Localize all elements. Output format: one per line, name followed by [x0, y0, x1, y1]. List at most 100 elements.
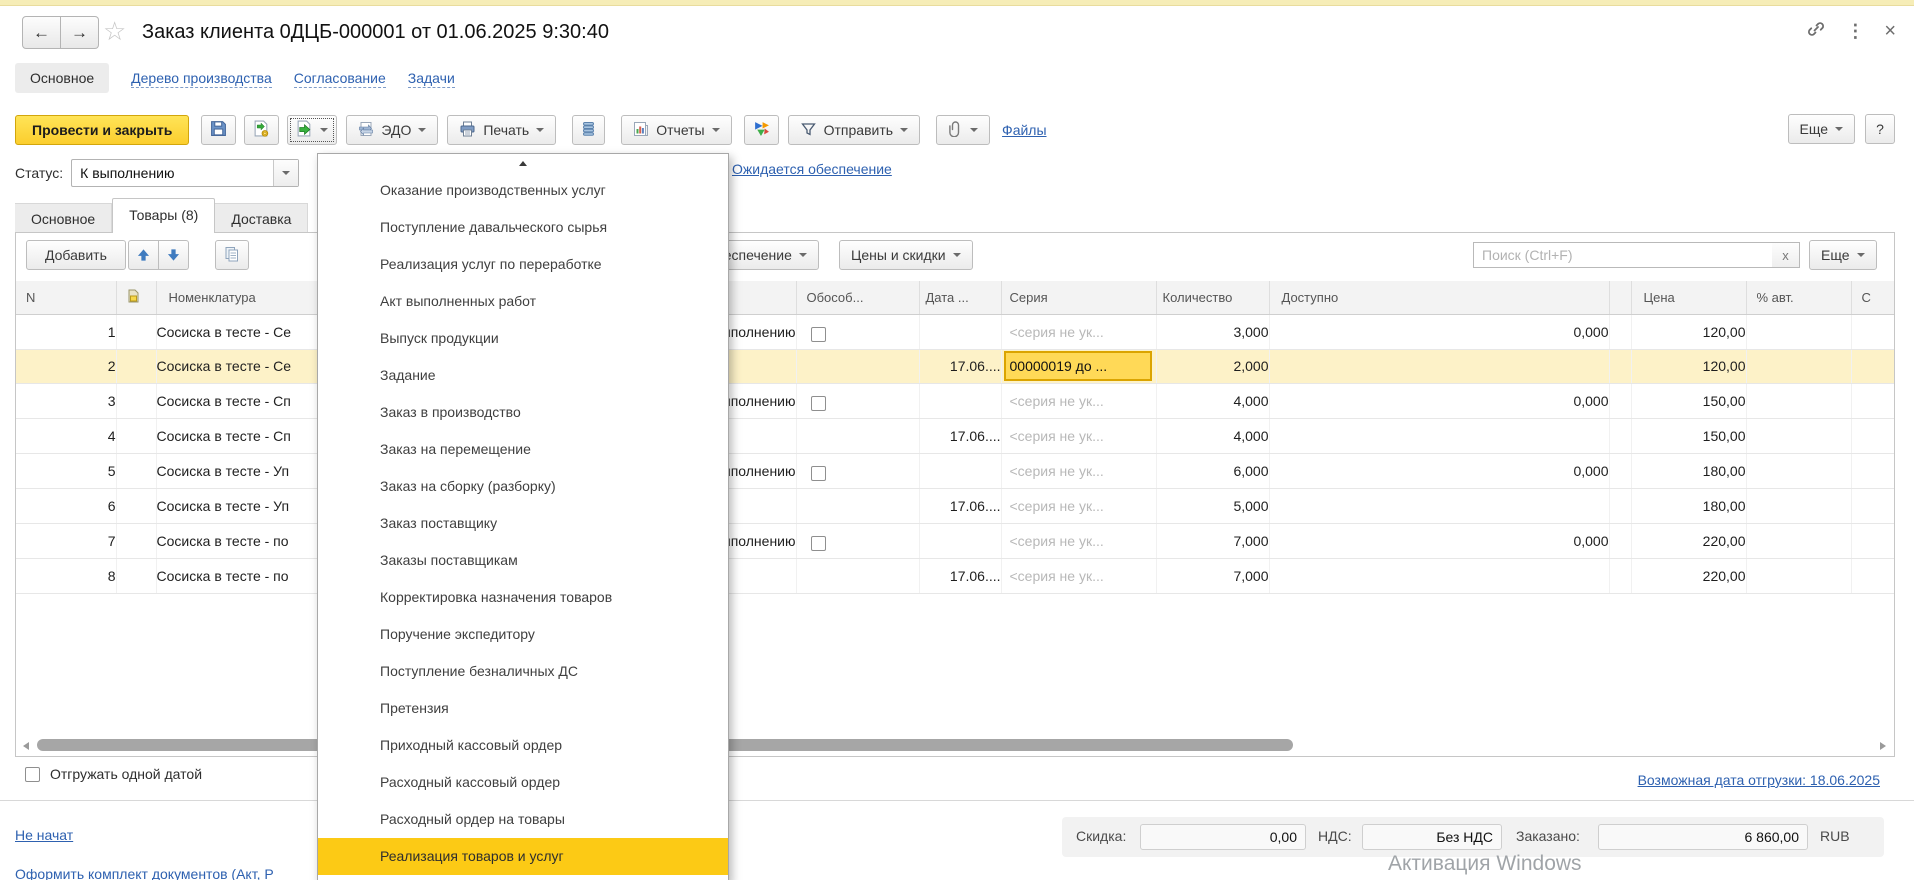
menu-item[interactable]: Заказ поставщику [318, 505, 728, 542]
separate-checkbox[interactable] [811, 396, 826, 411]
menu-item[interactable]: Поступление безналичных ДС [318, 653, 728, 690]
cell-series[interactable]: <серия не ук... [1001, 453, 1156, 488]
link-icon[interactable] [1806, 19, 1826, 44]
menu-item[interactable]: Поступление давальческого сырья [318, 209, 728, 246]
cell-available[interactable]: 0,000 [1269, 383, 1609, 418]
cell-series[interactable]: <серия не ук... [1001, 523, 1156, 558]
cell-series[interactable]: <серия не ук... [1001, 418, 1156, 453]
column-header-date[interactable]: Дата ... [919, 281, 1001, 314]
cell-series[interactable]: <серия не ук... [1001, 558, 1156, 593]
create-based-on-button[interactable] [287, 115, 337, 145]
close-icon[interactable]: × [1884, 20, 1896, 43]
print-button[interactable]: Печать [447, 115, 556, 145]
separate-checkbox[interactable] [811, 536, 826, 551]
send-button[interactable]: Отправить [788, 115, 920, 145]
menu-item[interactable]: Расходный ордер на товары [318, 801, 728, 838]
forward-button[interactable]: → [61, 16, 99, 49]
combo-dropdown-button[interactable] [273, 160, 298, 186]
menu-item[interactable]: Заказ на сборку (разборку) [318, 468, 728, 505]
scroll-left-arrow[interactable] [23, 742, 29, 750]
supply-waiting-link[interactable]: Ожидается обеспечение [732, 161, 892, 177]
post-and-close-button[interactable]: Провести и закрыть [15, 115, 189, 145]
column-header-attachment[interactable] [116, 281, 156, 314]
business-process-button[interactable] [744, 115, 779, 145]
table-row[interactable]: 2 Сосиска в тесте - Се 17.06.... 0000001… [16, 349, 1894, 383]
menu-item[interactable]: Поручение экспедитору [318, 616, 728, 653]
save-button[interactable] [201, 115, 236, 145]
menu-item[interactable]: Заказ в производство [318, 394, 728, 431]
table-row[interactable]: 5 Сосиска в тесте - Уп К выполнению <сер… [16, 453, 1894, 488]
cell-series[interactable]: <серия не ук... [1001, 314, 1156, 349]
help-button[interactable]: ? [1865, 114, 1895, 144]
back-button[interactable]: ← [22, 16, 61, 49]
menu-item[interactable]: Расходный кассовый ордер [318, 764, 728, 801]
search-clear-button[interactable]: x [1772, 242, 1800, 268]
ordered-field[interactable]: 6 860,00 [1598, 824, 1808, 850]
separate-checkbox[interactable] [811, 466, 826, 481]
page-tab[interactable]: Основное [15, 203, 112, 233]
table-row[interactable]: 4 Сосиска в тесте - Сп 17.06.... <серия … [16, 418, 1894, 453]
nav-link[interactable]: Задачи [408, 69, 455, 88]
table-row[interactable]: 1 Сосиска в тесте - Се К выполнению <сер… [16, 314, 1894, 349]
table-row[interactable]: 3 Сосиска в тесте - Сп К выполнению <сер… [16, 383, 1894, 418]
cell-available[interactable] [1269, 418, 1609, 453]
status-combobox[interactable]: К выполнению [71, 159, 299, 187]
ship-single-date-checkbox[interactable] [25, 767, 40, 782]
menu-item[interactable]: Реализация услуг по переработке [318, 246, 728, 283]
menu-item[interactable]: Выпуск продукции [318, 320, 728, 357]
cell-available[interactable]: 0,000 [1269, 453, 1609, 488]
prices-discounts-button[interactable]: Цены и скидки [839, 240, 973, 270]
menu-item[interactable]: Приходный кассовый ордер [318, 727, 728, 764]
post-document-button[interactable] [244, 115, 279, 145]
files-link[interactable]: Файлы [1002, 122, 1046, 138]
table-row[interactable]: 7 Сосиска в тесте - по К выполнению <сер… [16, 523, 1894, 558]
table-row[interactable]: 6 Сосиска в тесте - Уп 17.06.... <серия … [16, 488, 1894, 523]
discount-field[interactable]: 0,00 [1140, 824, 1306, 850]
reports-button[interactable]: Отчеты [621, 115, 731, 145]
column-header-pavt[interactable]: % авт. [1746, 281, 1851, 314]
column-header-c[interactable]: С [1851, 281, 1894, 314]
column-header-price[interactable]: Цена [1631, 281, 1746, 314]
menu-item[interactable]: Заказ на перемещение [318, 431, 728, 468]
column-header-series[interactable]: Серия [1001, 281, 1156, 314]
structure-button[interactable] [572, 115, 605, 145]
not-started-link[interactable]: Не начат [15, 827, 73, 843]
nav-tab-main[interactable]: Основное [15, 63, 109, 93]
menu-item[interactable]: Претензия [318, 690, 728, 727]
column-header-quantity[interactable]: Количество [1156, 281, 1269, 314]
column-header-available[interactable]: Доступно [1269, 281, 1609, 314]
attach-button[interactable] [936, 115, 990, 145]
more-button[interactable]: Еще [1788, 114, 1856, 144]
scroll-right-arrow[interactable] [1880, 742, 1886, 750]
cell-series[interactable]: <серия не ук... [1001, 488, 1156, 523]
page-tab[interactable]: Доставка [215, 203, 308, 233]
menu-item[interactable]: Заказы поставщикам [318, 542, 728, 579]
favorite-star-icon[interactable]: ☆ [103, 15, 126, 47]
menu-item[interactable]: Акт выполненных работ [318, 283, 728, 320]
nav-link[interactable]: Дерево производства [131, 69, 272, 88]
cell-available[interactable]: 0,000 [1269, 314, 1609, 349]
kebab-menu-icon[interactable]: ⋮ [1846, 21, 1864, 42]
possible-ship-date-link[interactable]: Возможная дата отгрузки: 18.06.2025 [1638, 772, 1880, 788]
cell-series[interactable]: 00000019 до ... [1001, 349, 1156, 383]
cell-available[interactable] [1269, 349, 1609, 383]
search-input[interactable] [1473, 242, 1773, 268]
column-header-n[interactable]: N [16, 281, 116, 314]
menu-scroll-up[interactable] [318, 154, 728, 172]
move-down-button[interactable] [159, 240, 189, 270]
cell-series[interactable]: <серия не ук... [1001, 383, 1156, 418]
page-tab[interactable]: Товары (8) [112, 198, 215, 233]
add-row-button[interactable]: Добавить [26, 240, 126, 270]
cell-available[interactable] [1269, 558, 1609, 593]
separate-checkbox[interactable] [811, 327, 826, 342]
menu-item[interactable]: Реализация товаров и услуг [318, 838, 728, 875]
document-kit-link[interactable]: Оформить комплект документов (Акт, Р [15, 866, 274, 880]
vat-field[interactable]: Без НДС [1362, 824, 1502, 850]
menu-item[interactable]: Оказание производственных услуг [318, 172, 728, 209]
cell-available[interactable] [1269, 488, 1609, 523]
copy-row-button[interactable] [215, 240, 249, 270]
column-header-separate[interactable]: Обособ... [796, 281, 919, 314]
menu-item[interactable]: Задание [318, 357, 728, 394]
menu-item[interactable]: Корректировка назначения товаров [318, 579, 728, 616]
nav-link[interactable]: Согласование [294, 69, 386, 88]
